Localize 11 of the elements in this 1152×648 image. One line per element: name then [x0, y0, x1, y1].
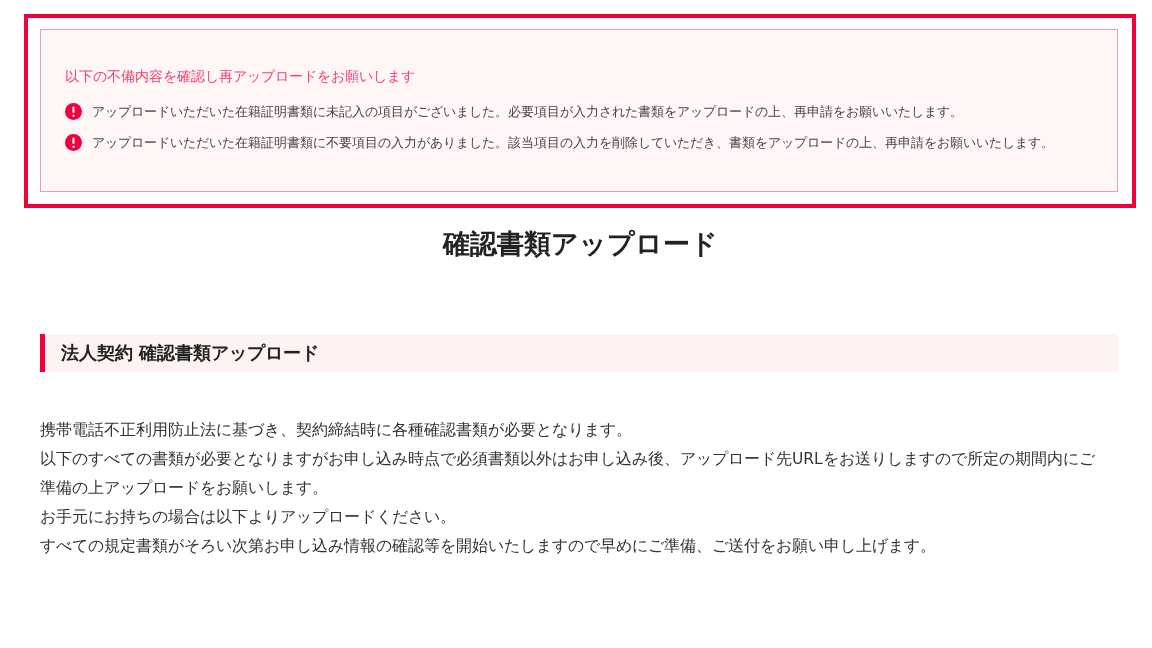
intro-text: お手元にお持ちの場合は以下よりアップロードください。 — [40, 507, 457, 528]
section-heading: 法人契約 確認書類アップロード — [40, 334, 1118, 372]
error-title: 以下の不備内容を確認し再アップロードをお願いします — [65, 67, 416, 86]
page-title: 確認書類アップロード — [441, 228, 719, 261]
intro-text: すべての規定書類がそろい次第お申し込み情報の確認等を開始いたしますので早めにご準備、ご送付をお願い申し上げます。 — [40, 536, 937, 557]
exclamation-icon — [65, 103, 82, 120]
intro-text: 以下のすべての書類が必要となりますがお申し込み時点で必須書類以外はお申し込み後、アップロード先URLをお送りしますので所定の期間内にご準備の上アップロードをお願いします。 — [40, 449, 1096, 499]
exclamation-icon — [65, 134, 82, 151]
intro-text: 携帯電話不正利用防止法に基づき、契約締結時に各種確認書類が必要となります。 — [40, 420, 633, 441]
error-message: アップロードいただいた在籍証明書類に不要項目の入力がありました。該当項目の入力を削除していただき、書類をアップロードの上、再申請をお願いいたします。 — [92, 134, 1054, 152]
error-message: アップロードいただいた在籍証明書類に未記入の項目がございました。必要項目が入力された書類をアップロードの上、再申請をお願いいたします。 — [92, 103, 963, 121]
